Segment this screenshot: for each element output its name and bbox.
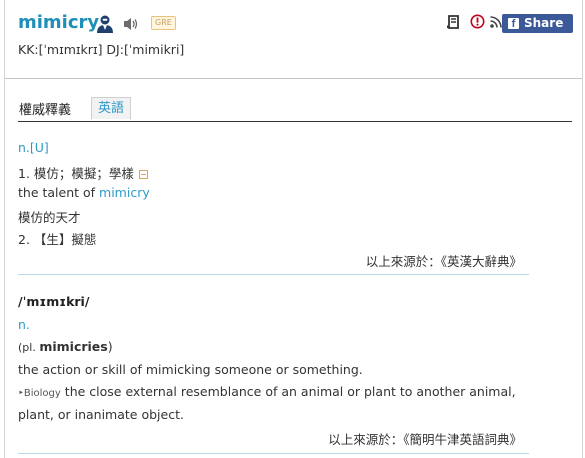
pronunciation: /ˈmɪmɪkri/	[18, 294, 90, 309]
example-keyword[interactable]: mimicry	[99, 185, 150, 200]
source-citation: 以上來源於：《英漢大辭典》	[365, 254, 522, 269]
phonetic-text: KK:[ˈmɪmɪkrɪ] DJ:[ˈmimikri]	[18, 42, 185, 57]
gre-badge: GRE	[151, 16, 176, 30]
headword: mimicry	[18, 12, 100, 33]
example-text: the talent of	[18, 185, 100, 200]
domain-tag: ‣Biology	[18, 388, 61, 399]
plural-word: mimicries	[39, 339, 108, 354]
part-of-speech-2: n.	[18, 317, 30, 332]
wordbook-icon[interactable]	[446, 14, 462, 34]
word-header: mimicry GRE KK:[ˈmɪmɪkrɪ] DJ:[ˈmimikri]	[5, 0, 582, 79]
person-icon[interactable]	[95, 14, 115, 38]
dictionary-panel: mimicry GRE KK:[ˈmɪmɪkrɪ] DJ:[ˈmimikri]	[4, 0, 583, 458]
speaker-icon[interactable]	[122, 16, 140, 36]
tab-authoritative[interactable]: 權威釋義	[19, 99, 71, 118]
section-divider	[18, 274, 529, 275]
facebook-icon: f	[508, 18, 519, 29]
definition-1: 1. 模仿；模擬；學樣	[18, 163, 148, 182]
plural-open: (pl.	[18, 341, 40, 354]
facebook-share-button[interactable]: f Share 0	[502, 14, 573, 49]
section-divider-2	[18, 453, 529, 454]
plural-form: (pl. mimicries)	[18, 339, 113, 354]
example-sentence: the talent of mimicry	[18, 185, 150, 200]
definition-1-text: 1. 模仿；模擬；學樣	[18, 166, 134, 181]
definition-2: 2. 【生】擬態	[18, 232, 97, 247]
tab-english[interactable]: 英語	[91, 97, 132, 120]
definition-oxford-1: the action or skill of mimicking someone…	[18, 362, 363, 377]
share-label: Share 0	[524, 16, 564, 49]
part-of-speech: n.[U]	[18, 140, 49, 155]
definition-oxford-2: ‣Biology the close external resemblance …	[18, 384, 516, 399]
report-icon[interactable]	[470, 14, 485, 33]
plural-close: )	[107, 339, 113, 354]
collapse-icon[interactable]	[138, 170, 148, 179]
source-citation-2: 以上來源於：《簡明牛津英語詞典》	[328, 432, 522, 447]
definition-oxford-2-cont: plant, or inanimate object.	[18, 407, 184, 422]
rss-icon[interactable]	[489, 14, 503, 33]
definition-tabs: 權威釋義 英語	[18, 97, 572, 122]
definition-oxford-2-text: the close external resemblance of an ani…	[60, 384, 516, 399]
example-translation: 模仿的天才	[18, 210, 81, 225]
